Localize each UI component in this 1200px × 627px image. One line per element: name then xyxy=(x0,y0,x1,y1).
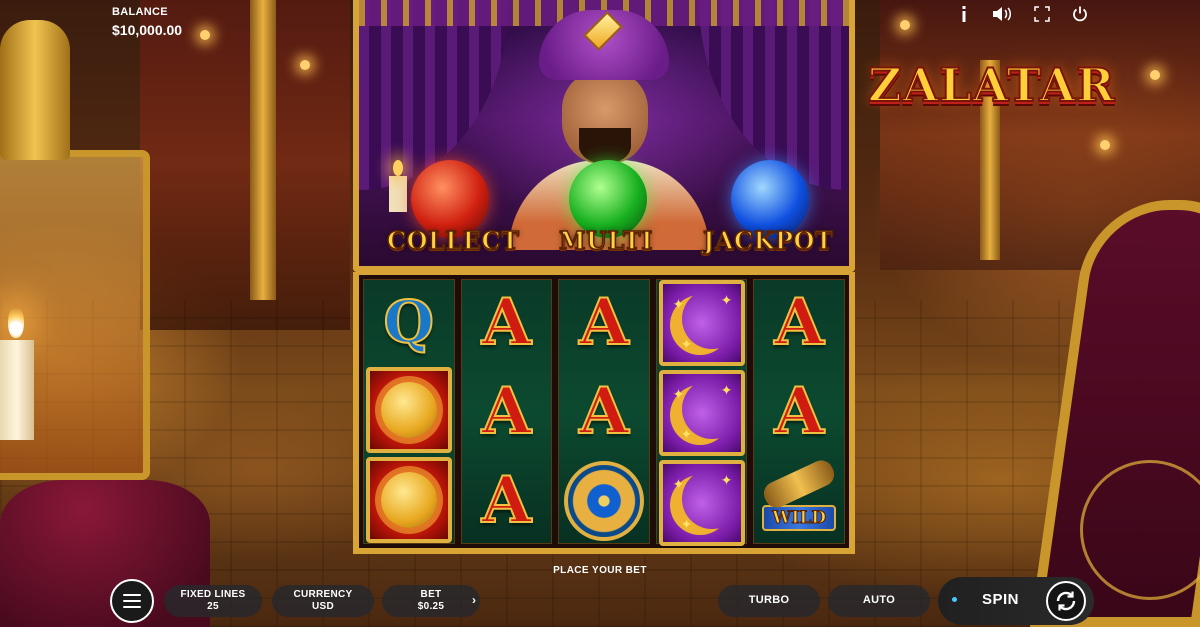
star-icon: ✦ xyxy=(720,472,733,488)
bet-value: $0.25 xyxy=(417,601,445,612)
moon-symbol-icon: ✦ ✦ ✦ xyxy=(658,460,745,546)
sun-symbol-icon xyxy=(365,457,452,543)
symbol-a: A xyxy=(481,462,533,538)
symbol-q: Q xyxy=(383,287,436,356)
wild-label: WILD xyxy=(762,504,837,531)
reel: AAA xyxy=(460,279,553,544)
light-bulb xyxy=(300,60,310,70)
star-icon: ✦ xyxy=(720,382,733,398)
light-bulb xyxy=(900,20,910,30)
turbo-button[interactable]: TURBO xyxy=(718,585,820,617)
sound-icon[interactable] xyxy=(992,4,1012,24)
status-message: PLACE YOUR BET xyxy=(553,565,647,576)
star-icon: ✦ xyxy=(680,516,693,532)
symbol-a: A xyxy=(481,373,533,449)
bet-increase-arrow-icon[interactable]: › xyxy=(472,593,476,607)
golden-pillar xyxy=(250,0,276,300)
moon-symbol-icon: ✦ ✦ ✦ xyxy=(658,370,745,456)
reel-cell: A xyxy=(462,369,552,454)
game-logo: ZALATAR xyxy=(867,57,1116,113)
auto-button[interactable]: AUTO xyxy=(828,585,930,617)
star-icon: ✦ xyxy=(720,292,733,308)
control-bar: FIXED LINES 25 CURRENCY USD BET $0.25 › … xyxy=(100,577,1100,625)
reel-cell: Q xyxy=(364,280,454,363)
reel-cell: A xyxy=(462,458,552,543)
reel: AA xyxy=(558,279,650,544)
bet-label: BET xyxy=(420,588,442,600)
star-icon: ✦ xyxy=(672,476,685,492)
fixed-lines-display: FIXED LINES 25 xyxy=(164,585,262,617)
fullscreen-icon[interactable] xyxy=(1032,4,1052,24)
symbol-a: A xyxy=(481,284,533,360)
genie-artwork: COLLECT MULTI JACKPOT xyxy=(353,0,855,272)
star-icon: ✦ xyxy=(672,386,685,402)
info-icon[interactable] xyxy=(954,4,974,24)
symbol-a: A xyxy=(578,284,630,360)
turbo-label: TURBO xyxy=(748,594,790,607)
reel-cell: ✦ ✦ ✦ xyxy=(657,280,747,366)
reel-cell: A xyxy=(462,280,552,365)
spin-button[interactable]: SPIN xyxy=(938,577,1094,625)
fixed-lines-value: 25 xyxy=(207,601,219,612)
reel-cell: A xyxy=(754,280,844,365)
reel-cell: A xyxy=(559,369,649,454)
game-frame: COLLECT MULTI JACKPOT Q A A A A A ✦ ✦ ✦ ✦ ✦ ✦ ✦ ✦ ✦ A A W… xyxy=(345,0,863,567)
fixed-lines-label: FIXED LINES xyxy=(180,588,246,600)
reel-cell: A xyxy=(559,280,649,365)
sun-face-icon xyxy=(380,472,437,528)
reel-cell xyxy=(364,367,454,453)
spin-indicator-dot xyxy=(952,597,957,602)
balance-label: BALANCE xyxy=(112,6,168,18)
telescope-icon xyxy=(760,456,839,511)
sun-symbol-icon xyxy=(365,367,452,453)
light-bulb xyxy=(1100,140,1110,150)
power-icon[interactable] xyxy=(1070,4,1090,24)
star-icon: ✦ xyxy=(672,296,685,312)
lantern-top xyxy=(0,20,70,160)
spin-arrows-icon[interactable] xyxy=(1046,581,1086,621)
currency-value: USD xyxy=(311,601,334,612)
top-toolbar xyxy=(950,4,1095,24)
collect-feature-label: COLLECT xyxy=(386,225,520,256)
reel-cell: ✦ ✦ ✦ xyxy=(657,460,747,546)
compass-wheel-symbol-icon xyxy=(563,460,644,541)
reel-cell: WILD xyxy=(754,456,844,543)
genie-beard xyxy=(579,128,631,164)
reel-cell xyxy=(364,457,454,543)
reel: ✦ ✦ ✦ ✦ ✦ ✦ ✦ ✦ ✦ xyxy=(655,279,748,546)
symbol-a: A xyxy=(773,373,825,449)
auto-label: AUTO xyxy=(862,594,896,607)
menu-icon xyxy=(123,600,141,602)
candle-flame xyxy=(8,306,24,338)
star-icon: ✦ xyxy=(680,426,693,442)
menu-icon xyxy=(123,606,141,608)
reel-cell xyxy=(559,458,649,543)
market-stall-left xyxy=(140,0,350,330)
sun-face-icon xyxy=(380,382,437,438)
moon-symbol-icon: ✦ ✦ ✦ xyxy=(658,280,745,366)
multi-feature-label: MULTI xyxy=(558,225,653,256)
small-candle xyxy=(389,160,407,212)
menu-icon xyxy=(123,594,141,596)
symbol-a: A xyxy=(578,373,630,449)
reel-grid: Q A A A A A ✦ ✦ ✦ ✦ ✦ ✦ ✦ ✦ ✦ A A WILD xyxy=(353,272,855,554)
reel-cell: ✦ ✦ ✦ xyxy=(657,370,747,456)
jackpot-feature-label: JACKPOT xyxy=(702,225,834,256)
reel-cell: A xyxy=(754,369,844,454)
symbol-a: A xyxy=(773,284,825,360)
candle xyxy=(0,340,34,440)
currency-display: CURRENCY USD xyxy=(272,585,374,617)
currency-label: CURRENCY xyxy=(293,588,353,600)
star-icon: ✦ xyxy=(680,336,693,352)
light-bulb xyxy=(200,30,210,40)
balance-value: $10,000.00 xyxy=(112,22,183,38)
light-bulb xyxy=(1150,70,1160,80)
wild-symbol: WILD xyxy=(760,456,839,531)
bet-selector[interactable]: BET $0.25 xyxy=(382,585,480,617)
spin-label: SPIN xyxy=(982,591,1020,608)
curtain-left xyxy=(359,0,509,190)
menu-button[interactable] xyxy=(110,579,154,623)
reel: Q xyxy=(363,279,455,544)
reel: A A WILD xyxy=(753,279,845,544)
